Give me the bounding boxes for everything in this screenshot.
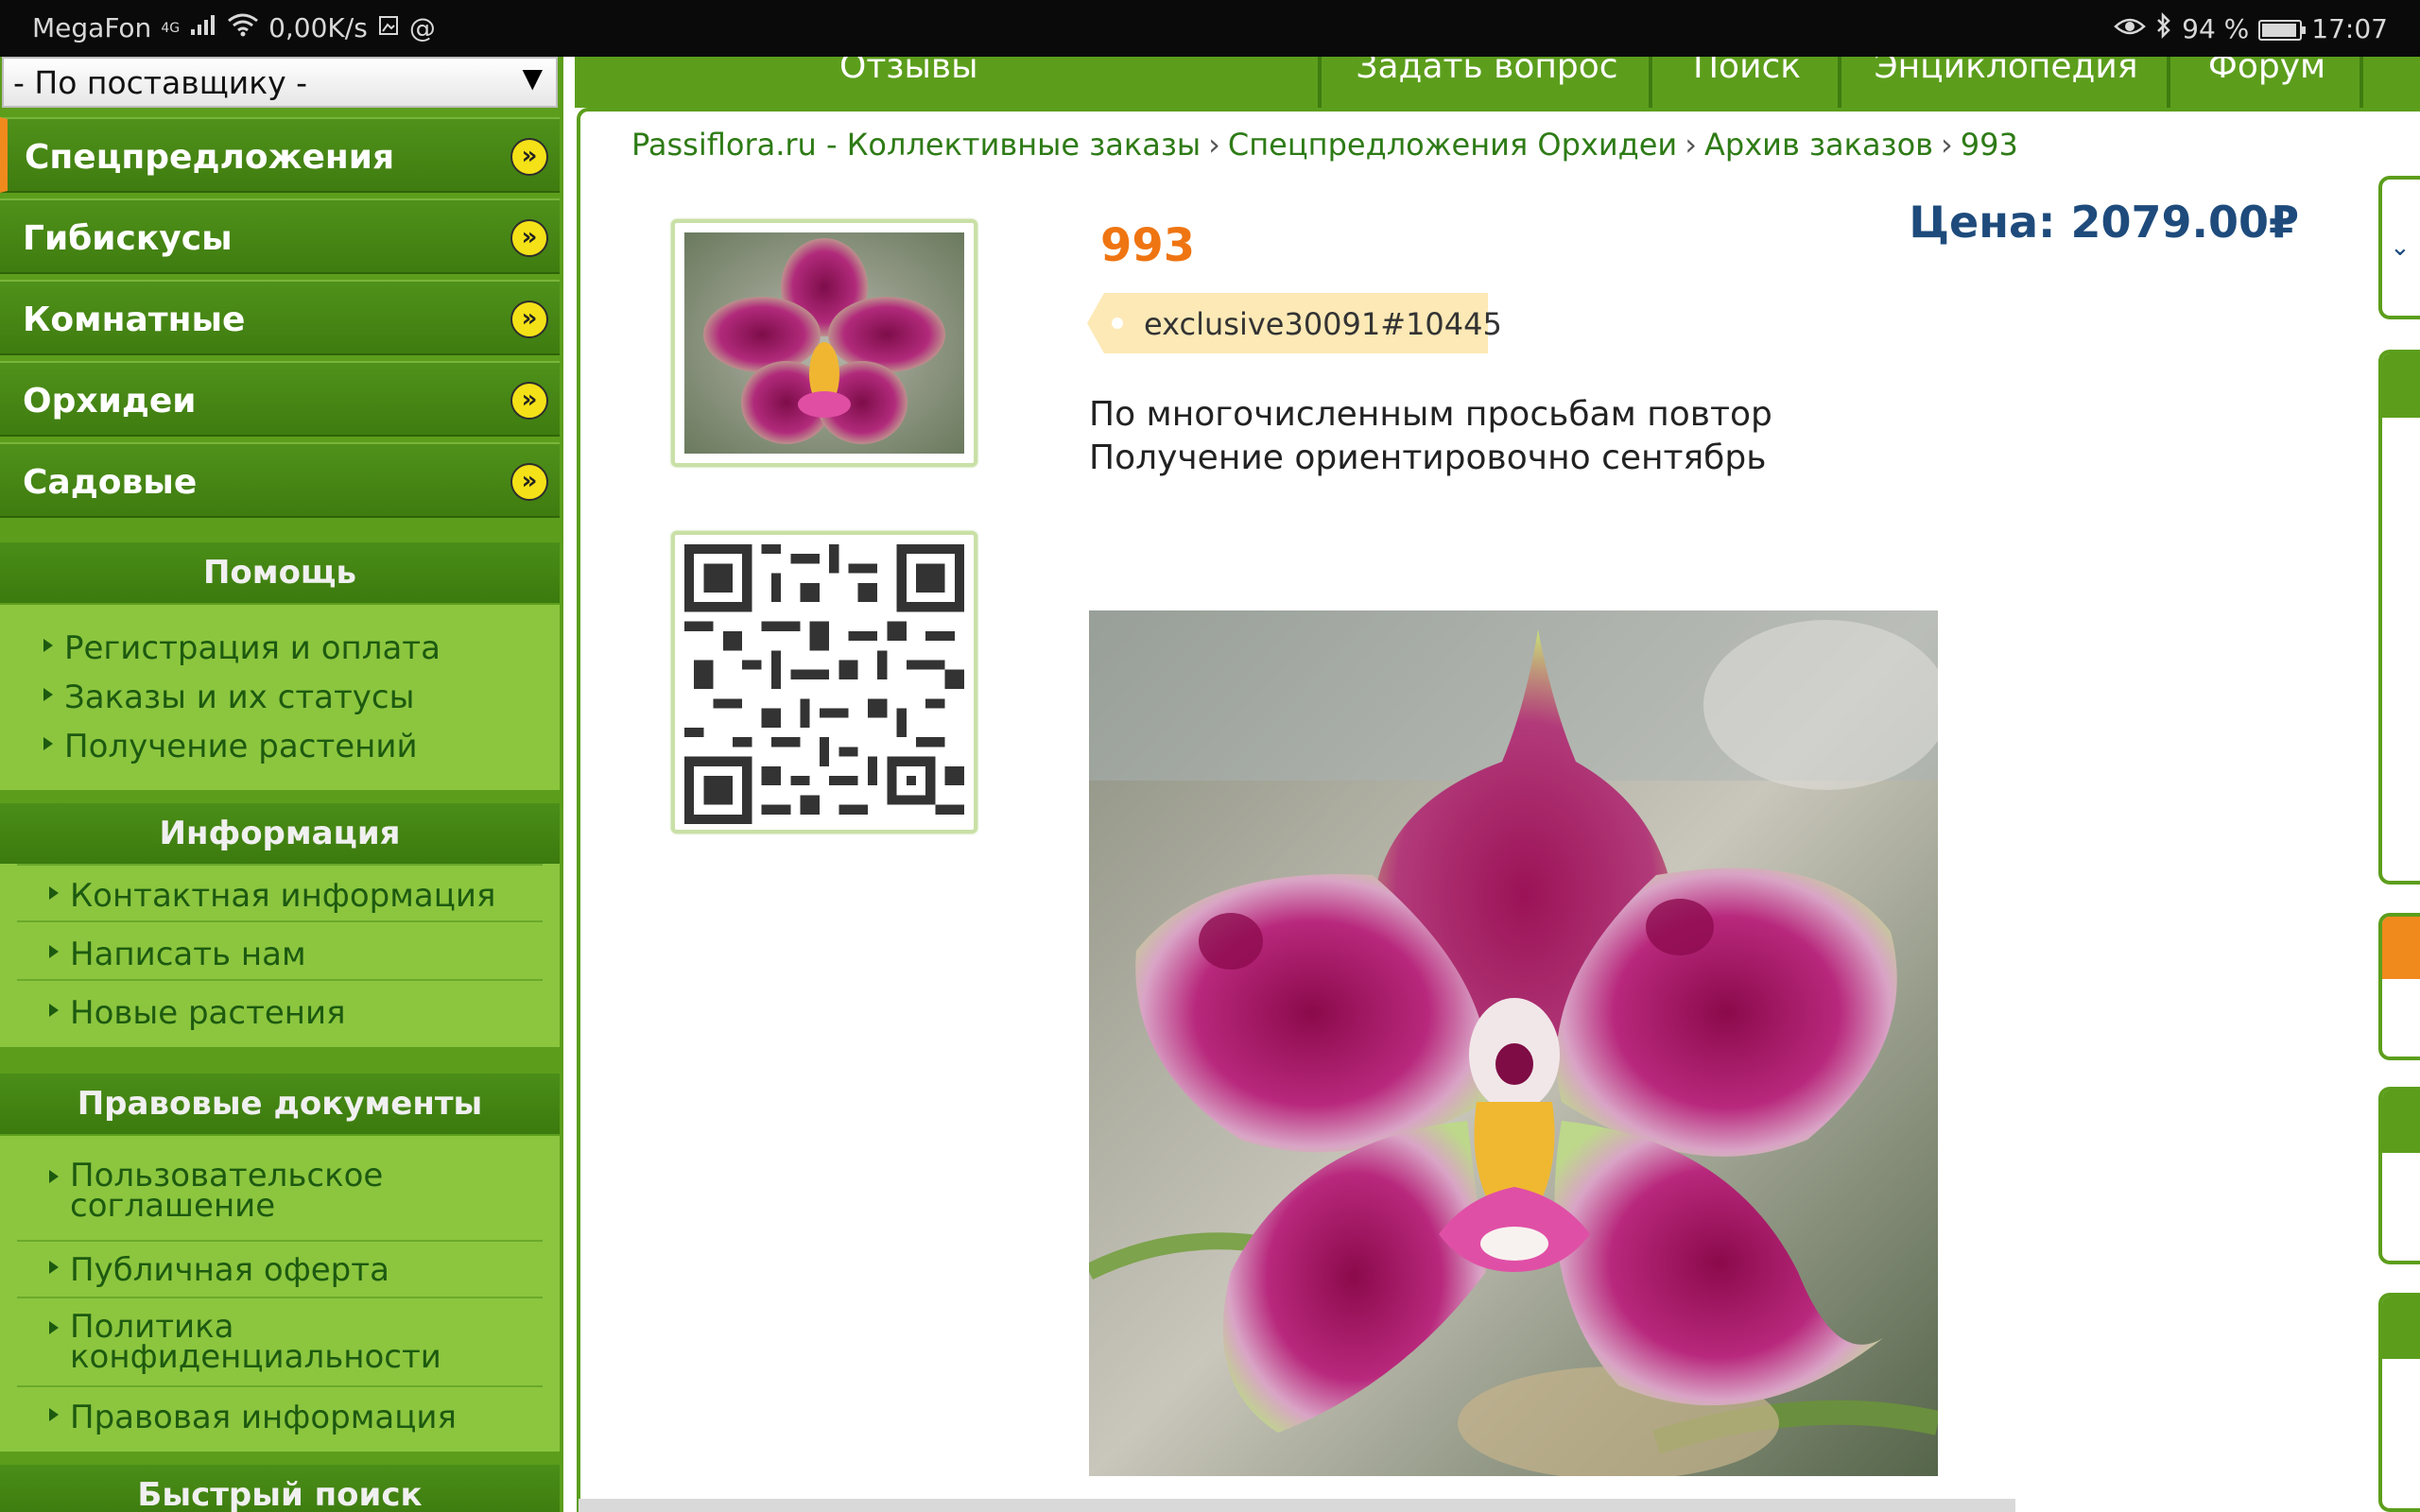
carrier-label: MegaFon <box>32 12 152 43</box>
product-tag: exclusive30091#10445 <box>1087 293 1502 353</box>
category-label: Спецпредложения <box>25 138 395 177</box>
nav-reviews[interactable]: Отзывы <box>575 57 1322 108</box>
breadcrumb-orchid-offers[interactable]: Спецпредложения Орхидеи <box>1228 127 1677 163</box>
left-sidebar: - По поставщику - ▼ Спецпредложения » Ги… <box>0 57 563 1512</box>
clock: 17:07 <box>2311 13 2388 44</box>
category-garden[interactable]: Садовые » <box>0 442 560 518</box>
link-public-offer[interactable]: Публичная оферта <box>49 1251 389 1289</box>
link-orders-statuses[interactable]: Заказы и их статусы <box>43 679 415 716</box>
category-label: Комнатные <box>23 301 246 339</box>
link-label: Написать нам <box>70 936 306 973</box>
nav-encyclopedia[interactable]: Энциклопедия <box>1845 57 2170 108</box>
category-label: Гибискусы <box>23 219 233 258</box>
bluetooth-icon <box>2155 11 2172 45</box>
legal-block-title: Правовые документы <box>0 1074 560 1134</box>
category-indoor[interactable]: Комнатные » <box>0 280 560 355</box>
nav-ask-question[interactable]: Задать вопрос <box>1325 57 1652 108</box>
info-block: Контактная информация Написать нам Новые… <box>0 864 560 1047</box>
breadcrumb-separator: › <box>1685 127 1698 163</box>
link-receiving-plants[interactable]: Получение растений <box>43 728 418 765</box>
nav-label: Задать вопрос <box>1356 57 1618 86</box>
link-label: Новые растения <box>70 994 346 1032</box>
link-user-agreement[interactable]: Пользовательское соглашение <box>49 1160 543 1222</box>
network-type: 4G <box>161 20 181 36</box>
breadcrumb-home[interactable]: Passiflora.ru - Коллективные заказы <box>631 127 1201 163</box>
horizontal-scrollbar[interactable] <box>579 1499 2015 1512</box>
double-chevron-icon: » <box>510 301 548 338</box>
supplier-select[interactable]: - По поставщику - ▼ <box>2 57 558 108</box>
right-widget-fragment <box>2378 1087 2420 1264</box>
nav-label: Форум <box>2207 57 2326 86</box>
breadcrumb-order-archive[interactable]: Архив заказов <box>1704 127 1933 163</box>
legal-block: Пользовательское соглашение Публичная оф… <box>0 1136 560 1452</box>
description-line: По многочисленным просьбам повтор <box>1089 395 1772 434</box>
right-widget-fragment <box>2378 913 2420 1060</box>
link-label: Публичная оферта <box>70 1251 389 1289</box>
top-navigation: Отзывы Задать вопрос Поиск Энциклопедия … <box>575 57 2420 108</box>
nav-forum[interactable]: Форум <box>2174 57 2363 108</box>
battery-percent: 94 % <box>2182 13 2250 44</box>
help-block: Регистрация и оплата Заказы и их статусы… <box>0 605 560 790</box>
product-price: Цена: 2079.00₽ <box>1909 197 2299 248</box>
category-label: Орхидеи <box>23 382 197 421</box>
tag-hole-icon <box>1112 318 1123 329</box>
eye-icon <box>2114 13 2146 44</box>
orchid-photo-image <box>1089 610 1938 1476</box>
link-write-us[interactable]: Написать нам <box>49 936 306 973</box>
breadcrumb-separator: › <box>1208 127 1220 163</box>
help-block-title: Помощь <box>0 542 560 603</box>
link-privacy-policy[interactable]: Политика конфиденциальности <box>49 1311 543 1373</box>
double-chevron-icon: » <box>510 138 548 176</box>
nav-label: Поиск <box>1692 57 1802 86</box>
category-hibiscus[interactable]: Гибискусы » <box>0 198 560 274</box>
nav-label: Отзывы <box>839 57 978 86</box>
link-label: Пользовательское соглашение <box>70 1157 384 1225</box>
link-legal-info[interactable]: Правовая информация <box>49 1399 457 1436</box>
chevron-down-icon: ⌄ <box>2390 232 2411 261</box>
link-label: Регистрация и оплата <box>64 629 441 667</box>
link-label: Заказы и их статусы <box>64 679 415 716</box>
right-widget-fragment <box>2378 1293 2420 1512</box>
qr-code-image <box>684 544 964 824</box>
supplier-select-value: - По поставщику - <box>13 64 308 101</box>
double-chevron-icon: » <box>510 463 548 501</box>
product-main-photo[interactable] <box>1089 610 1938 1476</box>
qr-code <box>671 531 977 833</box>
gallery-icon <box>377 12 400 43</box>
battery-icon <box>2258 19 2307 41</box>
link-registration-payment[interactable]: Регистрация и оплата <box>43 629 441 667</box>
double-chevron-icon: » <box>510 219 548 257</box>
breadcrumb: Passiflora.ru - Коллективные заказы › Спец… <box>631 127 2018 163</box>
dropdown-arrow-icon: ▼ <box>522 62 543 94</box>
link-label: Получение растений <box>64 728 418 765</box>
link-label: Правовая информация <box>70 1399 457 1436</box>
net-speed: 0,00K/s <box>268 12 368 43</box>
right-widget-fragment <box>2378 350 2420 885</box>
link-contact-info[interactable]: Контактная информация <box>49 877 496 915</box>
link-label: Контактная информация <box>70 877 496 915</box>
nav-search[interactable]: Поиск <box>1656 57 1841 108</box>
android-status-bar: MegaFon 4G 0,00K/s @ 94 % 17:07 <box>0 0 2420 57</box>
quick-search-title: Быстрый поиск <box>0 1465 560 1512</box>
tag-label: exclusive30091#10445 <box>1144 306 1502 342</box>
category-label: Садовые <box>23 463 198 502</box>
category-special-offers[interactable]: Спецпредложения » <box>0 117 560 193</box>
signal-icon <box>189 12 217 43</box>
info-block-title: Информация <box>0 803 560 864</box>
breadcrumb-current[interactable]: 993 <box>1961 127 2018 163</box>
product-thumbnail[interactable] <box>671 219 977 467</box>
breadcrumb-separator: › <box>1941 127 1953 163</box>
right-widget-fragment: ⌄ <box>2378 176 2420 319</box>
nav-label: Энциклопедия <box>1874 57 2138 86</box>
link-new-plants[interactable]: Новые растения <box>49 994 346 1032</box>
orchid-thumbnail-image <box>684 232 964 454</box>
description-line: Получение ориентировочно сентябрь <box>1089 438 1767 477</box>
wifi-icon <box>227 12 259 43</box>
double-chevron-icon: » <box>510 382 548 420</box>
product-title: 993 <box>1100 219 1196 272</box>
link-label: Политика конфиденциальности <box>70 1308 441 1376</box>
at-icon: @ <box>408 12 436 43</box>
category-orchids[interactable]: Орхидеи » <box>0 361 560 437</box>
